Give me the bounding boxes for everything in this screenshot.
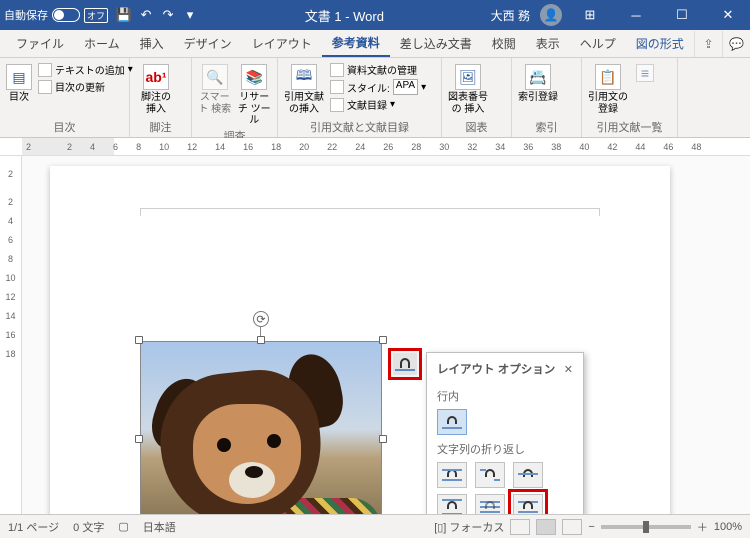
insert-caption-button[interactable]: 🖼図表番号の 挿入 — [448, 62, 488, 115]
document-area[interactable]: 224681012141618 ⟳ レイアウト — [0, 156, 750, 514]
manage-sources-button[interactable]: 資料文献の管理 — [330, 62, 426, 77]
tab-review[interactable]: 校閲 — [482, 30, 526, 57]
selected-image[interactable]: ⟳ — [140, 341, 382, 514]
wrap-through-option[interactable] — [513, 462, 543, 488]
ribbon-tabs: ファイル ホーム 挿入 デザイン レイアウト 参考資料 差し込み文書 校閲 表示… — [0, 30, 750, 58]
layout-options-button-highlighted[interactable] — [388, 348, 422, 380]
tab-view[interactable]: 表示 — [526, 30, 570, 57]
resize-handle-e[interactable] — [379, 435, 387, 443]
insert-toa-button[interactable]: ≡ — [634, 62, 656, 84]
insert-footnote-button[interactable]: ab¹脚注の 挿入 — [136, 62, 176, 115]
minimize-icon[interactable]: ─ — [618, 0, 654, 30]
maximize-icon[interactable]: ☐ — [664, 0, 700, 30]
citation-style-select[interactable]: スタイル: APA▾ — [330, 79, 426, 95]
word-count[interactable]: 0 文字 — [73, 519, 104, 535]
group-research: 🔍スマート 検索 📚リサーチ ツール 調査 — [192, 58, 278, 137]
popup-close-icon[interactable]: ✕ — [564, 363, 573, 376]
group-footnotes: ab¹脚注の 挿入 脚注 — [130, 58, 192, 137]
tab-picture-format[interactable]: 図の形式 — [626, 30, 694, 57]
layout-options-icon — [395, 357, 415, 371]
resize-handle-ne[interactable] — [379, 336, 387, 344]
user-avatar-icon[interactable]: 👤 — [540, 4, 562, 26]
wrap-inline-option[interactable] — [437, 409, 467, 435]
title-bar: 自動保存 オフ 💾 ↶ ↷ ▾ 文書 1 - Word 大西 務 👤 ⊞ ─ ☐… — [0, 0, 750, 30]
undo-icon[interactable]: ↶ — [138, 7, 154, 23]
update-toc-button[interactable]: 目次の更新 — [38, 79, 133, 94]
tab-file[interactable]: ファイル — [6, 30, 74, 57]
comments-icon[interactable]: 💬 — [722, 31, 750, 57]
tab-references[interactable]: 参考資料 — [322, 30, 390, 57]
autosave-label: 自動保存 — [4, 7, 48, 23]
language-indicator[interactable]: 日本語 — [143, 519, 176, 535]
wrap-topbottom-option[interactable] — [437, 494, 467, 514]
wrap-front-option-highlighted[interactable] — [513, 494, 543, 514]
page-count[interactable]: 1/1 ページ — [8, 519, 59, 535]
group-toc: ▤目次 テキストの追加▾ 目次の更新 目次 — [0, 58, 130, 137]
wrap-square-option[interactable] — [437, 462, 467, 488]
add-text-button[interactable]: テキストの追加▾ — [38, 62, 133, 77]
inline-section-label: 行内 — [437, 388, 573, 404]
autosave-control[interactable]: 自動保存 オフ — [4, 7, 108, 23]
zoom-level[interactable]: 100% — [714, 521, 742, 533]
resize-handle-n[interactable] — [257, 336, 265, 344]
bibliography-button[interactable]: 文献目録▾ — [330, 97, 426, 112]
tab-home[interactable]: ホーム — [74, 30, 130, 57]
redo-icon[interactable]: ↷ — [160, 7, 176, 23]
group-index: 📇索引登録 索引 — [512, 58, 582, 137]
resize-handle-w[interactable] — [135, 435, 143, 443]
group-captions: 🖼図表番号の 挿入 図表 — [442, 58, 512, 137]
dog-image[interactable] — [140, 341, 382, 514]
autosave-state: オフ — [84, 8, 108, 23]
tab-mailings[interactable]: 差し込み文書 — [390, 30, 482, 57]
wrap-tight-option[interactable] — [475, 462, 505, 488]
save-icon[interactable]: 💾 — [116, 7, 132, 23]
resize-handle-nw[interactable] — [135, 336, 143, 344]
print-layout-icon[interactable] — [536, 519, 556, 535]
close-icon[interactable]: ✕ — [710, 0, 746, 30]
zoom-slider[interactable] — [601, 525, 691, 529]
user-name: 大西 務 — [491, 7, 530, 24]
mark-index-button[interactable]: 📇索引登録 — [518, 62, 558, 104]
qat-more-icon[interactable]: ▾ — [182, 7, 198, 23]
toc-button[interactable]: ▤目次 — [6, 62, 32, 104]
ribbon-display-icon[interactable]: ⊞ — [572, 0, 608, 30]
zoom-in-icon[interactable]: ＋ — [697, 519, 708, 535]
read-mode-icon[interactable] — [510, 519, 530, 535]
group-citations: 🕮引用文献 の挿入 資料文献の管理 スタイル: APA▾ 文献目録▾ 引用文献と… — [278, 58, 442, 137]
zoom-out-icon[interactable]: − — [588, 521, 594, 533]
ruler-horizontal[interactable]: 2246810121416182022242628303234363840424… — [0, 138, 750, 156]
layout-options-popup: レイアウト オプション ✕ 行内 文字列の折り返し 文字列と一緒に移動する(M)… — [426, 352, 584, 514]
group-toa: 📋引用文の 登録 ≡ 引用文献一覧 — [582, 58, 678, 137]
wrap-section-label: 文字列の折り返し — [437, 441, 573, 457]
rotate-handle-icon[interactable]: ⟳ — [253, 311, 269, 327]
status-bar: 1/1 ページ 0 文字 ▢ 日本語 [▯] フォーカス − ＋ 100% — [0, 514, 750, 538]
insert-citation-button[interactable]: 🕮引用文献 の挿入 — [284, 62, 324, 115]
mark-citation-button[interactable]: 📋引用文の 登録 — [588, 62, 628, 115]
tab-layout[interactable]: レイアウト — [242, 30, 322, 57]
document-title: 文書 1 - Word — [198, 6, 491, 25]
quick-access-toolbar: 💾 ↶ ↷ ▾ — [116, 7, 198, 23]
ribbon: ▤目次 テキストの追加▾ 目次の更新 目次 ab¹脚注の 挿入 脚注 🔍スマート… — [0, 58, 750, 138]
smart-lookup-button[interactable]: 🔍スマート 検索 — [198, 62, 232, 115]
wrap-behind-option[interactable] — [475, 494, 505, 514]
tab-design[interactable]: デザイン — [174, 30, 242, 57]
tab-help[interactable]: ヘルプ — [570, 30, 626, 57]
tab-insert[interactable]: 挿入 — [130, 30, 174, 57]
spellcheck-icon[interactable]: ▢ — [118, 520, 128, 533]
focus-mode-button[interactable]: [▯] フォーカス — [434, 519, 504, 535]
web-layout-icon[interactable] — [562, 519, 582, 535]
autosave-toggle[interactable] — [52, 8, 80, 22]
share-icon[interactable]: ⇪ — [694, 31, 722, 57]
researcher-button[interactable]: 📚リサーチ ツール — [238, 62, 272, 127]
popup-title: レイアウト オプション — [437, 361, 555, 377]
ruler-vertical[interactable]: 224681012141618 — [0, 156, 22, 514]
